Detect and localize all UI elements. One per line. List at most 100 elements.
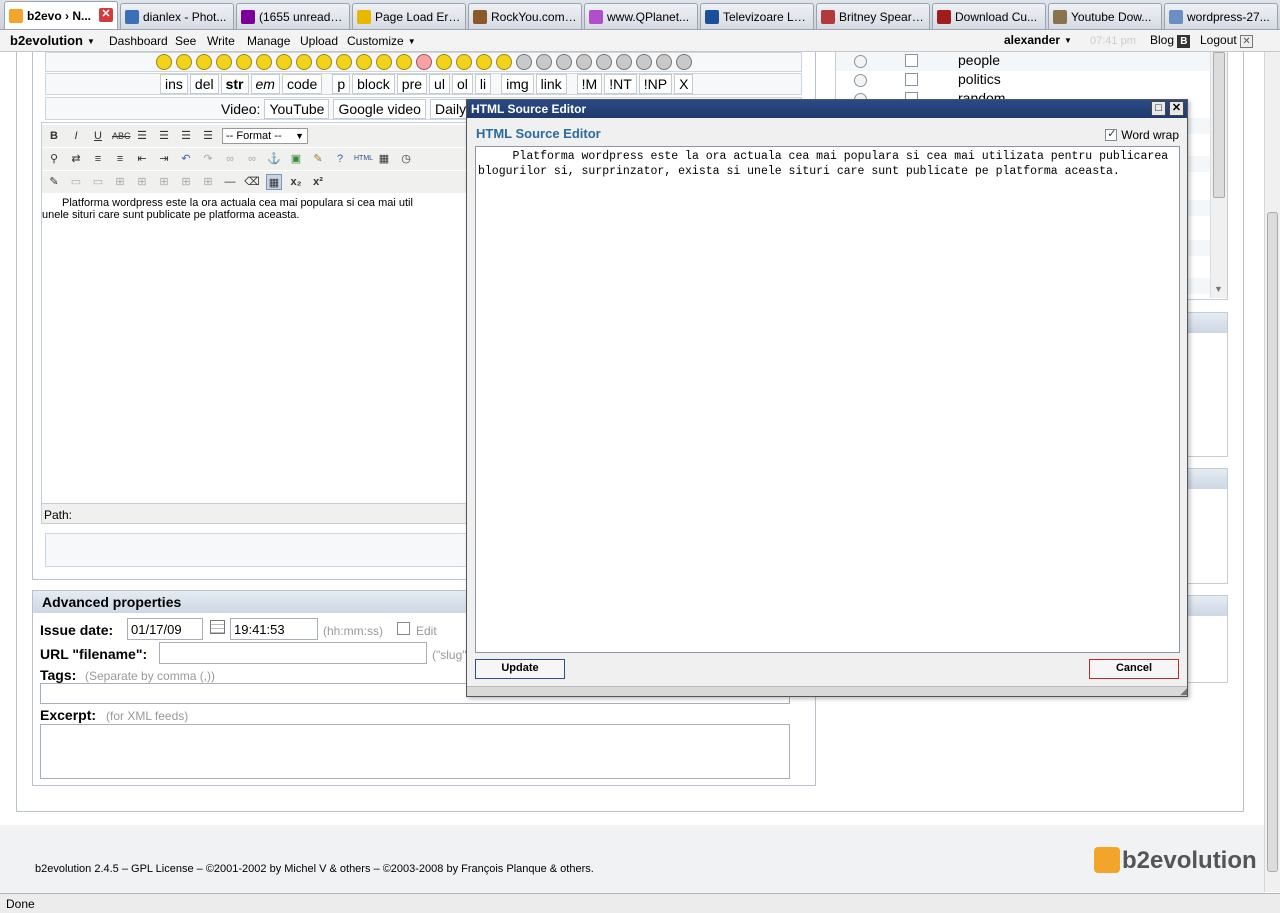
browser-tab[interactable]: Britney Spears...: [816, 3, 930, 29]
cleanup-icon[interactable]: ✎: [310, 151, 326, 167]
url-filename-input[interactable]: [159, 642, 427, 664]
quicktag-button[interactable]: em: [250, 74, 280, 94]
smiley-icon[interactable]: [195, 54, 212, 70]
quicktag-button[interactable]: !NP: [638, 74, 673, 94]
superscript-icon[interactable]: x²: [310, 174, 326, 190]
smiley-icon[interactable]: [675, 54, 692, 70]
user-menu[interactable]: alexander ▼: [1004, 33, 1072, 47]
browser-tab[interactable]: wordpress-27...: [1164, 3, 1278, 29]
smiley-icon[interactable]: [495, 54, 512, 70]
bullet-list-icon[interactable]: ≡: [90, 151, 106, 167]
menu-see[interactable]: See: [175, 34, 196, 48]
page-scrollbar[interactable]: [1264, 52, 1280, 892]
image-icon[interactable]: ▣: [288, 151, 304, 167]
dialog-title-bar[interactable]: HTML Source Editor □ ✕: [467, 100, 1187, 118]
browser-tab[interactable]: www.QPlanet...: [584, 3, 698, 29]
quicktag-button[interactable]: str: [220, 74, 249, 94]
smiley-icon[interactable]: [375, 54, 392, 70]
smiley-icon[interactable]: [435, 54, 452, 70]
maximize-icon[interactable]: □: [1151, 101, 1166, 116]
quicktag-button[interactable]: block: [352, 74, 395, 94]
smiley-icon[interactable]: [575, 54, 592, 70]
quicktag-button[interactable]: !NT: [604, 74, 637, 94]
smiley-icon[interactable]: [475, 54, 492, 70]
smiley-icon[interactable]: [295, 54, 312, 70]
close-tab-icon[interactable]: ✕: [99, 8, 113, 22]
quicktag-button[interactable]: p: [332, 74, 351, 94]
category-checkbox[interactable]: [905, 92, 918, 99]
brand-menu[interactable]: b2evolution ▼: [10, 33, 95, 48]
main-category-radio[interactable]: [854, 55, 867, 68]
align-center-icon[interactable]: ☰: [156, 128, 172, 144]
excerpt-textarea[interactable]: [40, 724, 790, 779]
link-icon[interactable]: ∞: [222, 151, 238, 167]
edit-date-checkbox[interactable]: [397, 622, 410, 635]
smiley-icon[interactable]: [315, 54, 332, 70]
resize-grip-icon[interactable]: ◢: [1175, 686, 1187, 696]
quicktag-button[interactable]: !M: [576, 74, 603, 94]
logout-link[interactable]: Logout ✕: [1200, 33, 1254, 48]
redo-icon[interactable]: ↷: [200, 151, 216, 167]
underline-icon[interactable]: U: [90, 128, 106, 144]
page-scrollbar-thumb[interactable]: [1267, 212, 1278, 872]
smiley-icon[interactable]: [615, 54, 632, 70]
numbered-list-icon[interactable]: ≡: [112, 151, 128, 167]
horizontal-rule-icon[interactable]: —: [222, 174, 238, 190]
layer-icon[interactable]: ▭: [90, 174, 106, 190]
cell-icon[interactable]: ⊞: [200, 174, 216, 190]
browser-tab[interactable]: dianlex - Phot...: [120, 3, 234, 29]
word-wrap-checkbox[interactable]: Word wrap: [1105, 127, 1179, 142]
menu-dashboard[interactable]: Dashboard: [109, 34, 168, 48]
quicktag-button[interactable]: img: [501, 74, 534, 94]
browser-tab[interactable]: Download Cu...: [932, 3, 1046, 29]
google-video-button[interactable]: Google video: [333, 98, 426, 119]
subscript-icon[interactable]: x₂: [288, 174, 304, 190]
anchor-icon[interactable]: ⚓: [266, 151, 282, 167]
issue-date-input[interactable]: [127, 618, 203, 640]
html-icon[interactable]: HTML: [354, 151, 373, 167]
bold-icon[interactable]: B: [46, 128, 62, 144]
smiley-icon[interactable]: [535, 54, 552, 70]
browser-tab[interactable]: b2evo › N... ✕: [4, 1, 118, 29]
smiley-icon[interactable]: [655, 54, 672, 70]
editor-content[interactable]: Platforma wordpress este la ora actuala …: [42, 195, 472, 221]
quicktag-button[interactable]: link: [535, 74, 567, 94]
quicktag-button[interactable]: ins: [160, 74, 188, 94]
scrollbar-thumb[interactable]: [1213, 52, 1225, 198]
scroll-down-icon[interactable]: ▼: [1214, 284, 1223, 294]
find-icon[interactable]: ⚲: [46, 151, 62, 167]
browser-tab[interactable]: Televizoare LCD: [700, 3, 814, 29]
smiley-icon[interactable]: [175, 54, 192, 70]
smiley-icon[interactable]: [235, 54, 252, 70]
smiley-icon[interactable]: [335, 54, 352, 70]
insert-time-icon[interactable]: ◷: [398, 151, 414, 167]
smiley-icon[interactable]: [155, 54, 172, 70]
smiley-icon[interactable]: [595, 54, 612, 70]
category-checkbox[interactable]: [905, 54, 918, 67]
quicktag-button[interactable]: pre: [396, 74, 428, 94]
smiley-icon[interactable]: [635, 54, 652, 70]
close-icon[interactable]: ✕: [1169, 101, 1184, 116]
blog-menu[interactable]: Blog B: [1150, 33, 1191, 48]
help-icon[interactable]: ?: [332, 151, 348, 167]
insert-date-icon[interactable]: ▦: [376, 151, 392, 167]
update-button[interactable]: Update: [475, 659, 565, 679]
menu-manage[interactable]: Manage: [247, 34, 290, 48]
italic-icon[interactable]: I: [68, 128, 84, 144]
quicktag-button[interactable]: ol: [451, 74, 473, 94]
align-justify-icon[interactable]: ☰: [200, 128, 216, 144]
issue-time-input[interactable]: [230, 618, 318, 640]
replace-icon[interactable]: ⇄: [68, 151, 84, 167]
browser-tab[interactable]: Youtube Dow...: [1048, 3, 1162, 29]
format-select[interactable]: -- Format --: [222, 128, 308, 144]
align-right-icon[interactable]: ☰: [178, 128, 194, 144]
html-source-textarea[interactable]: Platforma wordpress este la ora actuala …: [475, 146, 1180, 653]
smiley-icon[interactable]: [275, 54, 292, 70]
menu-customize[interactable]: Customize ▼: [347, 34, 416, 48]
quicktag-button[interactable]: code: [281, 74, 323, 94]
youtube-button[interactable]: YouTube: [264, 98, 330, 119]
undo-icon[interactable]: ↶: [178, 151, 194, 167]
strikethrough-icon[interactable]: ABC: [112, 128, 131, 144]
quicktag-button[interactable]: X: [674, 74, 694, 94]
smiley-icon[interactable]: [255, 54, 272, 70]
